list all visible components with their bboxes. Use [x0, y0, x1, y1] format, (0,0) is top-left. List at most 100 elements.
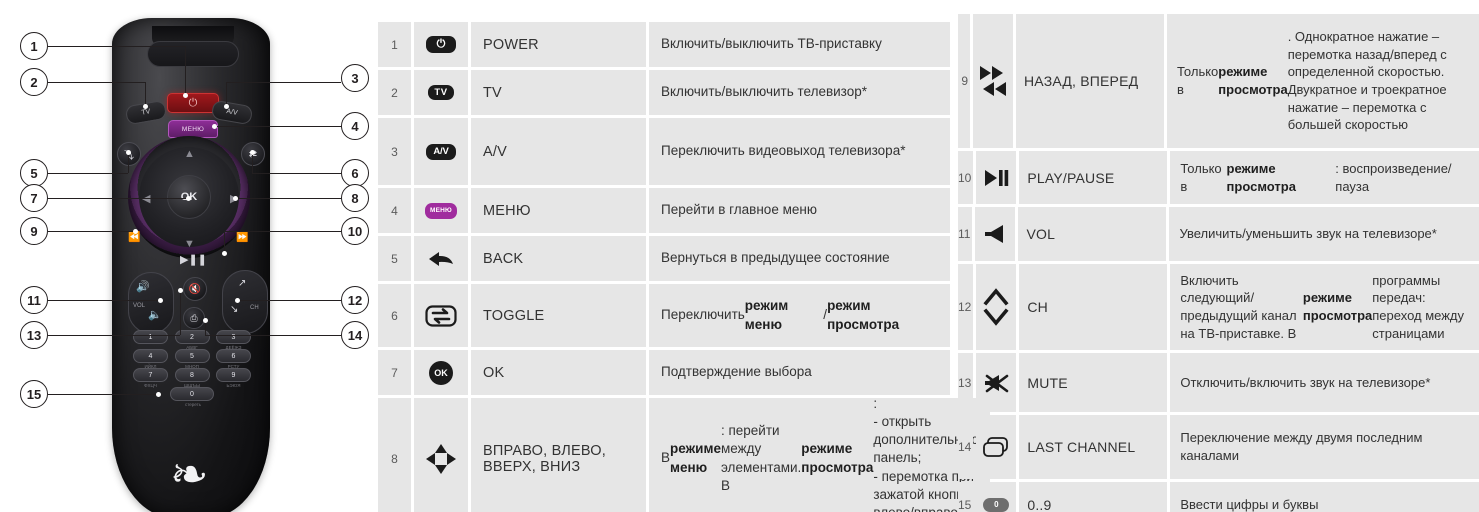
keypad-key[interactable]: 6 РСТУ: [216, 349, 251, 369]
last-channel-glyph: [983, 437, 1009, 457]
remote-last-channel-button[interactable]: ⎙: [183, 307, 205, 329]
keypad-digit: 5: [190, 352, 194, 360]
row-number: 15: [958, 482, 974, 512]
keypad-sublabel: ЬЭЮЯ: [226, 383, 241, 388]
leader-dot: [250, 150, 255, 155]
keypad-digit: 7: [148, 371, 153, 379]
remote-channel-down-icon[interactable]: ↘: [230, 304, 238, 315]
table-row: 3 A/V A/V Переключить видеовыход телевиз…: [378, 118, 950, 185]
remote-forward-button[interactable]: ⏩: [236, 232, 248, 243]
button-name: МЕНЮ: [471, 188, 646, 233]
remote-volume-label: VOL: [133, 303, 146, 309]
remote-nav-down-icon[interactable]: ▼: [184, 238, 195, 250]
keypad-sublabel: стереть: [184, 402, 202, 407]
last-channel-icon: [976, 415, 1017, 479]
button-description: Переключить режим меню / режим просмотра: [649, 284, 950, 347]
keypad-digit: 0: [190, 390, 194, 398]
leader-line: [185, 46, 187, 94]
keypad-key[interactable]: 4 ИЙКЛ: [133, 349, 168, 369]
button-name: BACK: [471, 236, 646, 281]
row-number: 3: [378, 118, 411, 185]
table-row: 13 MUTE Отключить/включить звук на телев…: [958, 353, 1479, 412]
keypad-key[interactable]: 7 ФХЦЧ: [133, 368, 168, 388]
button-description: Подтверждение выбора: [649, 350, 950, 395]
channel-updown-icon: [976, 264, 1017, 350]
digit-zero-label: 0: [983, 497, 1010, 512]
button-name: MUTE: [1019, 353, 1168, 412]
button-name: ВПРАВО, ВЛЕВО, ВВЕРХ, ВНИЗ: [471, 398, 646, 512]
leader-dot: [224, 104, 229, 109]
row-number: 7: [378, 350, 411, 395]
keypad-sublabel: ФХЦЧ: [144, 383, 157, 388]
table-row: 12 CH Включить следующий/ предыдущий кан…: [958, 264, 1479, 350]
play-pause-glyph: [985, 169, 1009, 186]
remote-volume-down-icon[interactable]: 🔈: [148, 308, 162, 321]
keypad-key[interactable]: 9 ЬЭЮЯ: [216, 368, 251, 388]
leader-line: [237, 300, 341, 302]
play-pause-icon: [976, 151, 1017, 204]
leader-line: [205, 335, 341, 337]
button-name: OK: [471, 350, 646, 395]
table-row: 10 PLAY/PAUSE Только в режиме просмотра:…: [958, 151, 1479, 204]
leader-dot: [143, 104, 148, 109]
mute-icon: [976, 353, 1017, 412]
back-arrow-glyph: [429, 251, 453, 266]
leader-line: [48, 82, 145, 84]
button-name: LAST CHANNEL: [1019, 415, 1168, 479]
button-description: Включить/выключить телевизор*: [649, 70, 950, 115]
table-row: 1 ⏻ POWER Включить/выключить ТВ-приставк…: [378, 22, 950, 67]
leader-line: [48, 46, 185, 48]
keypad-key-zero[interactable]: 0 стереть: [170, 387, 214, 407]
ok-icon: OK: [414, 350, 468, 395]
remote-channel-up-icon[interactable]: ↗: [238, 278, 246, 289]
leader-dot: [178, 288, 183, 293]
button-description: Перейти в главное меню: [649, 188, 950, 233]
table-row: 6 TOGGLE Переключить режим меню / режим …: [378, 284, 950, 347]
toggle-glyph: [425, 304, 457, 327]
leader-dot: [186, 196, 191, 201]
remote-keypad: 1 2 АБВГ 3 ДЕЁЖЗ 4 ИЙКЛ 5 МНОП 6 РСТУ 7 ФХЦЧ 8…: [133, 330, 251, 407]
callout-15: 15: [20, 380, 48, 408]
button-name: A/V: [471, 118, 646, 185]
mute-glyph: [985, 374, 1009, 392]
leader-dot: [203, 318, 208, 323]
last-channel-icon: ⎙: [190, 312, 198, 323]
button-name: POWER: [471, 22, 646, 67]
button-name: TOGGLE: [471, 284, 646, 347]
button-name: VOL: [1018, 207, 1167, 261]
table-row: 5 BACK Вернуться в предыдущее состояние: [378, 236, 950, 281]
leader-line: [252, 173, 341, 175]
leader-line: [48, 335, 180, 337]
keypad-key[interactable]: 3 ДЕЁЖЗ: [216, 330, 251, 350]
keypad-key[interactable]: 5 МНОП: [174, 349, 210, 369]
button-reference-table-right: 9 НАЗАД, ВПЕРЕД Только в режиме просмотр…: [958, 0, 1479, 512]
button-description: Ввести цифры и буквы: [1170, 482, 1479, 512]
callout-8: 8: [341, 184, 369, 212]
table-row: 4 МЕНЮ МЕНЮ Перейти в главное меню: [378, 188, 950, 233]
keypad-row: 7 ФХЦЧ 8 ШЩЪЫ 9 ЬЭЮЯ: [133, 368, 251, 388]
row-number: 6: [378, 284, 411, 347]
remote-mute-button[interactable]: 🔇: [183, 277, 207, 301]
keypad-key[interactable]: 1: [133, 330, 168, 344]
leader-line: [252, 152, 254, 173]
table-row: 9 НАЗАД, ВПЕРЕД Только в режиме просмотр…: [958, 14, 1479, 148]
remote-volume-up-icon[interactable]: 🔊: [136, 280, 150, 293]
dpad-arrows-icon: [414, 398, 468, 512]
button-description: Только в режиме просмотра: воспроизведен…: [1170, 151, 1479, 204]
rewind-forward-icon: [973, 14, 1013, 148]
volume-glyph: [985, 225, 1004, 243]
back-arrow-icon: [414, 236, 468, 281]
table-row: 7 OK OK Подтверждение выбора: [378, 350, 950, 395]
leader-line: [235, 198, 341, 200]
remote-play-pause-button[interactable]: ▶❚❚: [180, 253, 207, 266]
keypad-digit: 4: [148, 352, 153, 360]
callout-11: 11: [20, 286, 48, 314]
remote-nav-up-icon[interactable]: ▲: [184, 148, 195, 160]
menu-icon-label: МЕНЮ: [425, 202, 457, 219]
keypad-key[interactable]: 8 ШЩЪЫ: [174, 368, 210, 388]
table-row: 15 0 0..9 Ввести цифры и буквы: [958, 482, 1479, 512]
callout-9: 9: [20, 217, 48, 245]
callout-1: 1: [20, 32, 48, 60]
leader-dot: [156, 392, 161, 397]
callout-12: 12: [341, 286, 369, 314]
